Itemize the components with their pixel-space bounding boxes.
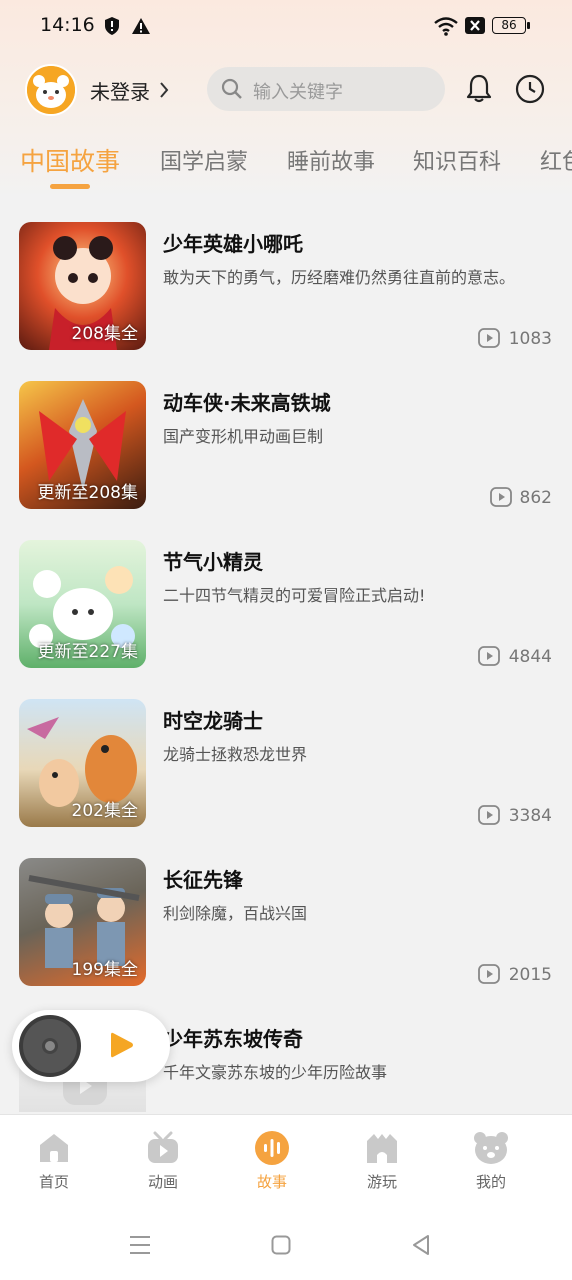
tab-bedtime[interactable]: 睡前故事 [287,144,375,176]
history-clock-icon[interactable] [515,74,545,104]
story-thumbnail: 199集全 [19,858,146,986]
home-icon [40,1134,68,1162]
story-item[interactable]: 更新至208集 动车侠·未来高铁城 国产变形机甲动画巨制 862 [0,381,572,511]
sim-off-icon [465,17,485,34]
nav-animation[interactable]: 动画 [123,1131,203,1192]
chevron-right-icon[interactable] [158,80,170,100]
active-tab-indicator [50,184,90,189]
story-title: 节气小精灵 [163,550,263,574]
episode-badge: 更新至227集 [37,642,138,662]
story-description: 敢为天下的勇气，历经磨难仍然勇往直前的意志。 [163,268,516,287]
wifi-icon [434,17,458,36]
search-bar[interactable]: 输入关键字 [207,67,445,111]
play-count-value: 862 [519,488,552,508]
play-count-icon [478,646,500,666]
home-square-icon[interactable] [271,1235,291,1255]
episode-badge: 199集全 [71,960,138,980]
story-title: 动车侠·未来高铁城 [163,391,331,415]
play-count-icon [478,328,500,348]
category-tabs: 中国故事 国学启蒙 睡前故事 知识百科 红色 [0,140,572,190]
status-bar: 14:16 86 [0,0,572,52]
system-nav-bar [0,1210,572,1280]
nav-stories[interactable]: 故事 [232,1131,312,1192]
shield-icon [105,17,119,35]
nav-label: 游玩 [366,1173,397,1191]
play-count-value: 1083 [508,329,552,349]
story-title: 时空龙骑士 [163,709,263,733]
nav-label: 动画 [147,1173,178,1191]
bell-icon[interactable] [463,72,495,104]
story-description: 二十四节气精灵的可爱冒险正式启动! [163,586,426,605]
bottom-nav: 首页 动画 故事 游玩 我的 [0,1114,572,1210]
story-thumbnail: 更新至208集 [19,381,146,509]
mini-player[interactable] [12,1010,170,1082]
tab-encyclopedia[interactable]: 知识百科 [413,144,501,176]
back-icon[interactable] [411,1234,431,1256]
play-count: 3384 [478,805,552,827]
story-description: 龙骑士拯救恐龙世界 [163,745,308,764]
bear-icon [474,1132,508,1164]
nav-mine[interactable]: 我的 [451,1131,531,1192]
audio-wave-icon [255,1131,289,1165]
play-button-icon[interactable] [108,1030,136,1060]
story-description: 千年文豪苏东坡的少年历险故事 [163,1063,388,1082]
status-time: 14:16 [40,14,95,36]
play-count-icon [490,487,512,507]
battery-icon: 86 [492,17,526,34]
battery-tip [527,22,530,29]
story-title: 少年苏东坡传奇 [163,1027,303,1051]
search-icon [221,78,242,99]
story-title: 长征先锋 [163,868,243,892]
avatar[interactable] [25,64,77,116]
album-disc-icon [19,1015,81,1077]
nav-home[interactable]: 首页 [14,1131,94,1192]
story-description: 利剑除魔，百战兴国 [163,904,308,923]
nav-label: 首页 [38,1173,69,1191]
play-count-value: 4844 [508,647,552,667]
play-count: 1083 [478,328,552,350]
tab-chinese-stories[interactable]: 中国故事 [20,142,120,178]
nav-label: 我的 [475,1173,506,1191]
play-count: 862 [490,487,552,509]
play-count: 2015 [478,964,552,986]
story-thumbnail: 更新至227集 [19,540,146,668]
play-count-value: 2015 [508,965,552,985]
hamster-avatar-icon [27,66,75,114]
nav-play[interactable]: 游玩 [342,1131,422,1192]
story-description: 国产变形机甲动画巨制 [163,427,324,446]
castle-icon [367,1134,397,1163]
login-label[interactable]: 未登录 [90,76,150,105]
play-count-icon [478,805,500,825]
story-item[interactable]: 199集全 长征先锋 利剑除魔，百战兴国 2015 [0,858,572,988]
battery-level: 86 [501,18,517,32]
menu-icon[interactable] [129,1235,151,1255]
tab-red-stories[interactable]: 红色 [540,144,572,176]
play-count: 4844 [478,646,552,668]
episode-badge: 202集全 [71,801,138,821]
episode-badge: 更新至208集 [37,483,138,503]
story-item[interactable]: 208集全 少年英雄小哪吒 敢为天下的勇气，历经磨难仍然勇往直前的意志。 108… [0,222,572,352]
play-count-icon [478,964,500,984]
story-title: 少年英雄小哪吒 [163,232,303,256]
episode-badge: 208集全 [71,324,138,344]
story-item[interactable]: 更新至227集 节气小精灵 二十四节气精灵的可爱冒险正式启动! 4844 [0,540,572,670]
story-thumbnail: 202集全 [19,699,146,827]
warning-icon [132,18,150,34]
search-placeholder: 输入关键字 [253,82,343,103]
story-item[interactable]: 202集全 时空龙骑士 龙骑士拯救恐龙世界 3384 [0,699,572,829]
nav-label: 故事 [256,1173,287,1191]
tv-icon [148,1131,178,1163]
story-thumbnail: 208集全 [19,222,146,350]
tab-classics[interactable]: 国学启蒙 [160,144,248,176]
play-count-value: 3384 [508,806,552,826]
